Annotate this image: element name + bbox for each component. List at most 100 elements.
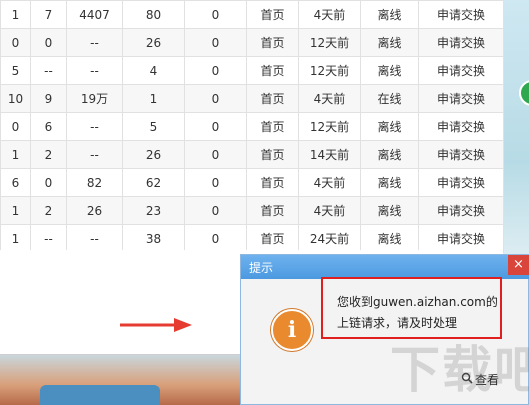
table-cell: 80 (122, 0, 185, 29)
info-icon: i (271, 309, 313, 351)
table-cell: 0 (184, 196, 247, 225)
table-cell: 6 (30, 112, 67, 141)
table-row: 5 -- -- 4 0 首页 12天前 离线 申请交换 (0, 56, 504, 85)
table-cell: 0 (30, 168, 67, 197)
wallpaper-object (40, 385, 160, 405)
table-cell: 6 (0, 168, 31, 197)
table-cell: 首页 (246, 140, 299, 169)
table-cell: 首页 (246, 84, 299, 113)
table-cell: 14天前 (298, 140, 361, 169)
table-row: 1 2 -- 26 0 首页 14天前 离线 申请交换 (0, 140, 504, 169)
table-cell: 首页 (246, 168, 299, 197)
apply-exchange-link[interactable]: 申请交换 (418, 112, 504, 141)
table-cell: 离线 (360, 140, 419, 169)
table-cell: 0 (184, 168, 247, 197)
table-cell: 4天前 (298, 0, 361, 29)
table-cell: 离线 (360, 0, 419, 29)
table-cell: -- (66, 140, 123, 169)
apply-exchange-link[interactable]: 申请交换 (418, 28, 504, 57)
table-cell: 离线 (360, 224, 419, 253)
table-cell: 7 (30, 0, 67, 29)
table-cell: 12天前 (298, 56, 361, 85)
table-cell: 4天前 (298, 84, 361, 113)
table-cell: 离线 (360, 112, 419, 141)
table-cell: 1 (0, 196, 31, 225)
table-cell: -- (66, 112, 123, 141)
table-cell: 2 (30, 140, 67, 169)
watermark-logo: 下载吧 (390, 341, 529, 399)
table-cell: 离线 (360, 168, 419, 197)
apply-exchange-link[interactable]: 申请交换 (418, 56, 504, 85)
table-cell: 0 (0, 112, 31, 141)
table-cell: 9 (30, 84, 67, 113)
table-cell: 首页 (246, 196, 299, 225)
table-cell: 5 (122, 112, 185, 141)
table-cell: -- (30, 224, 67, 253)
apply-exchange-link[interactable]: 申请交换 (418, 168, 504, 197)
table-cell: 0 (30, 28, 67, 57)
table-cell: 首页 (246, 224, 299, 253)
close-icon[interactable]: × (508, 255, 529, 275)
red-arrow-icon (120, 318, 192, 332)
table-cell: 4天前 (298, 196, 361, 225)
table-cell: 23 (122, 196, 185, 225)
table-cell: 离线 (360, 196, 419, 225)
table-cell: 1 (0, 224, 31, 253)
apply-exchange-link[interactable]: 申请交换 (418, 140, 504, 169)
table-row: 1 -- -- 38 0 首页 24天前 离线 申请交换 (0, 224, 504, 253)
table-cell: 离线 (360, 56, 419, 85)
table-cell: 0 (184, 56, 247, 85)
table-cell: 0 (184, 112, 247, 141)
message-line-1: 您收到guwen.aizhan.com的 (337, 295, 498, 309)
apply-exchange-link[interactable]: 申请交换 (418, 196, 504, 225)
table-cell: 首页 (246, 112, 299, 141)
message-line-2: 上链请求，请及时处理 (337, 316, 458, 330)
table-cell: 10 (0, 84, 31, 113)
table-cell: -- (30, 56, 67, 85)
popup-title-bar[interactable]: 提示 × (241, 255, 529, 279)
popup-title: 提示 (249, 261, 274, 275)
table-cell: 4407 (66, 0, 123, 29)
table-cell: 24天前 (298, 224, 361, 253)
table-cell: -- (66, 28, 123, 57)
link-exchange-table: 1 7 4407 80 0 首页 4天前 离线 申请交换 0 0 -- 26 0 首页 12天前 离线 申请交换 5… (0, 0, 504, 253)
table-cell: 26 (66, 196, 123, 225)
table-cell: 12天前 (298, 28, 361, 57)
table-cell: -- (66, 56, 123, 85)
table-row: 10 9 19万 1 0 首页 4天前 在线 申请交换 (0, 84, 504, 113)
table-cell: 0 (0, 28, 31, 57)
table-cell: 19万 (66, 84, 123, 113)
table-cell: 0 (184, 28, 247, 57)
table-cell: 0 (184, 0, 247, 29)
table-cell: 在线 (360, 84, 419, 113)
table-row: 0 0 -- 26 0 首页 12天前 离线 申请交换 (0, 28, 504, 57)
table-row: 0 6 -- 5 0 首页 12天前 离线 申请交换 (0, 112, 504, 141)
table-cell: 首页 (246, 56, 299, 85)
table-row: 1 2 26 23 0 首页 4天前 离线 申请交换 (0, 196, 504, 225)
table-cell: 12天前 (298, 112, 361, 141)
table-cell: 26 (122, 28, 185, 57)
table-cell: 4 (122, 56, 185, 85)
table-cell: 0 (184, 224, 247, 253)
screen: 1 7 4407 80 0 首页 4天前 离线 申请交换 0 0 -- 26 0 首页 12天前 离线 申请交换 5… (0, 0, 529, 405)
apply-exchange-link[interactable]: 申请交换 (418, 84, 504, 113)
table-cell: -- (66, 224, 123, 253)
table-cell: 1 (122, 84, 185, 113)
table-cell: 82 (66, 168, 123, 197)
apply-exchange-link[interactable]: 申请交换 (418, 0, 504, 29)
table-cell: 1 (0, 0, 31, 29)
table-cell: 1 (0, 140, 31, 169)
table-cell: 4天前 (298, 168, 361, 197)
table-cell: 38 (122, 224, 185, 253)
table-cell: 5 (0, 56, 31, 85)
table-cell: 0 (184, 140, 247, 169)
table-cell: 2 (30, 196, 67, 225)
apply-exchange-link[interactable]: 申请交换 (418, 224, 504, 253)
table-cell: 62 (122, 168, 185, 197)
table-row: 1 7 4407 80 0 首页 4天前 离线 申请交换 (0, 0, 504, 29)
table-cell: 离线 (360, 28, 419, 57)
table-row: 6 0 82 62 0 首页 4天前 离线 申请交换 (0, 168, 504, 197)
table-cell: 0 (184, 84, 247, 113)
table-cell: 首页 (246, 0, 299, 29)
table-cell: 首页 (246, 28, 299, 57)
